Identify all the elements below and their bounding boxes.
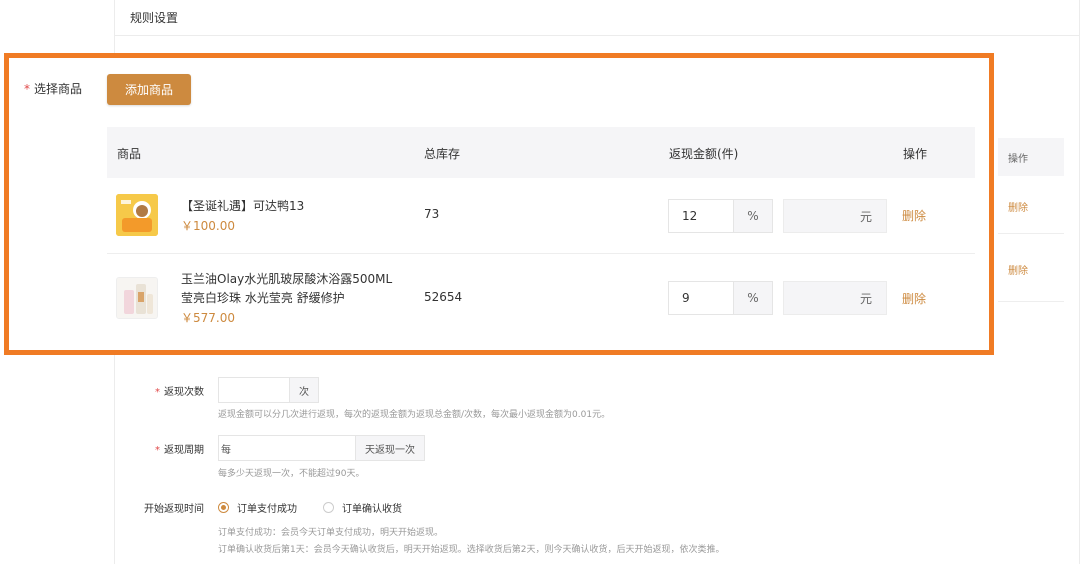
product-name: 【圣诞礼遇】可达鸭13 <box>181 199 305 213</box>
cashback-count-hint: 返现金额可以分几次进行返现，每次的返现金额为返现总金额/次数，每次最小返现金额为… <box>218 410 611 420</box>
radio-order-received[interactable]: 订单确认收货 <box>323 500 402 515</box>
row-divider <box>107 253 975 254</box>
select-product-label: * 选择商品 <box>24 82 83 96</box>
cashback-percent-input[interactable]: 9 <box>668 281 734 315</box>
product-price: ￥577.00 <box>181 311 235 325</box>
cashback-period-input[interactable] <box>231 435 356 461</box>
product-thumbnail <box>116 277 158 319</box>
cashback-percent-input[interactable]: 12 <box>668 199 734 233</box>
delete-link[interactable]: 删除 <box>902 207 926 224</box>
product-thumbnail <box>116 194 158 236</box>
column-product: 商品 <box>117 147 142 161</box>
product-table-header <box>107 127 975 178</box>
product-price: ￥100.00 <box>181 219 235 233</box>
radio-label: 订单支付成功 <box>237 504 297 515</box>
background-delete-link[interactable]: 删除 <box>1008 199 1028 214</box>
percent-unit: % <box>734 281 773 315</box>
panel-header <box>114 0 1080 36</box>
radio-selected-icon[interactable] <box>218 502 229 513</box>
cashback-amount-field: 元 <box>783 281 887 315</box>
cashback-period-prefix: 每 <box>218 435 232 461</box>
add-product-button[interactable]: 添加商品 <box>107 74 191 105</box>
cashback-count-label: * 返现次数 <box>155 387 204 398</box>
background-action-header: 操作 <box>1008 154 1028 165</box>
start-time-radio-group: 订单支付成功 订单确认收货 <box>218 500 428 515</box>
column-cashback: 返现金额(件) <box>669 147 739 161</box>
required-mark: * <box>155 445 160 456</box>
product-stock: 52654 <box>424 290 463 304</box>
cashback-period-hint: 每多少天返现一次，不能超过90天。 <box>218 469 365 479</box>
start-time-hint-1: 订单支付成功：会员今天订单支付成功，明天开始返现。 <box>218 528 444 538</box>
panel-title: 规则设置 <box>130 11 179 25</box>
product-name: 玉兰油Olay水光肌玻尿酸沐浴露500ML <box>181 272 393 286</box>
column-stock: 总库存 <box>424 147 461 161</box>
product-image-icon <box>116 194 158 236</box>
cashback-amount-field: 元 <box>783 199 887 233</box>
product-image-icon <box>117 278 157 318</box>
cashback-period-label: * 返现周期 <box>155 445 204 456</box>
required-mark: * <box>24 82 30 96</box>
row-divider <box>998 301 1064 302</box>
required-mark: * <box>155 387 160 398</box>
cashback-period-suffix: 天返现一次 <box>355 435 425 461</box>
product-stock: 73 <box>424 207 440 221</box>
row-divider <box>998 233 1064 234</box>
radio-label: 订单确认收货 <box>342 504 402 515</box>
page: 规则设置 操作 删除 删除 * 返现次数 次 返现金额可以分几次进行返现，每次的返… <box>0 0 1080 564</box>
background-delete-link[interactable]: 删除 <box>1008 262 1028 277</box>
background-table-header: 操作 <box>998 138 1064 176</box>
product-name-line-2: 莹亮白珍珠 水光莹亮 舒缓修护 <box>181 291 345 305</box>
percent-unit: % <box>734 199 773 233</box>
column-action: 操作 <box>903 147 928 161</box>
start-time-hint-2: 订单确认收货后第1天：会员今天确认收货后，明天开始返现。选择收货后第2天，则今天… <box>218 545 725 555</box>
cashback-count-unit: 次 <box>289 377 319 403</box>
cashback-count-input[interactable] <box>218 377 290 403</box>
radio-order-paid[interactable]: 订单支付成功 <box>218 500 297 515</box>
start-time-label: 开始返现时间 <box>144 504 204 515</box>
radio-unselected-icon[interactable] <box>323 502 334 513</box>
delete-link[interactable]: 删除 <box>902 290 926 307</box>
